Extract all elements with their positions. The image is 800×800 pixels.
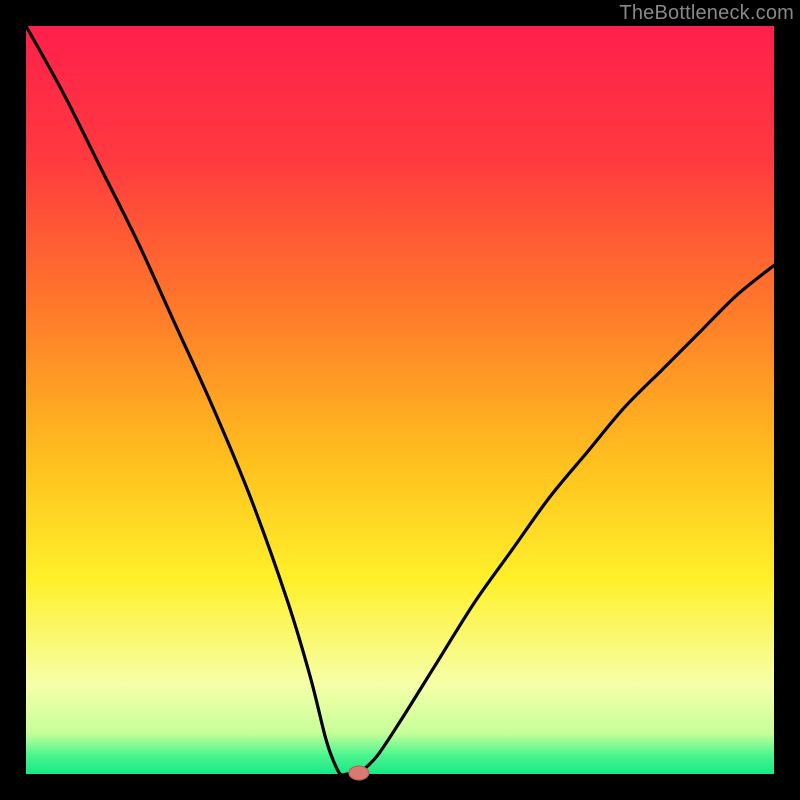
optimal-marker bbox=[349, 766, 369, 780]
bottleneck-chart bbox=[0, 0, 800, 800]
plot-area bbox=[26, 26, 774, 774]
chart-frame: TheBottleneck.com bbox=[0, 0, 800, 800]
watermark-text: TheBottleneck.com bbox=[619, 2, 794, 25]
